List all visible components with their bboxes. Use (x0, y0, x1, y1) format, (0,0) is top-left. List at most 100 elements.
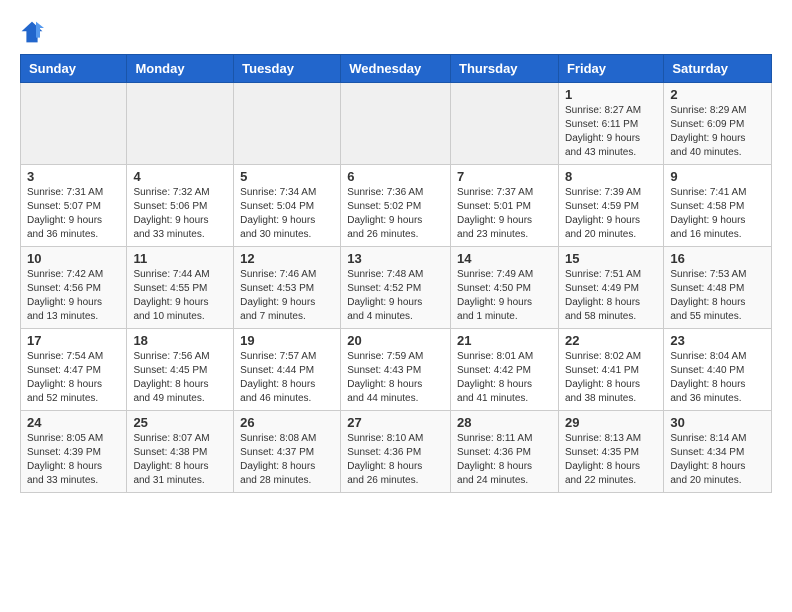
calendar-cell: 28 Sunrise: 8:11 AM Sunset: 4:36 PM Dayli… (451, 411, 559, 493)
weekday-header-saturday: Saturday (664, 55, 772, 83)
day-info: Sunrise: 7:44 AM Sunset: 4:55 PM Dayligh… (133, 268, 227, 324)
day-number: 22 (565, 333, 657, 348)
day-info: Sunrise: 7:36 AM Sunset: 5:02 PM Dayligh… (347, 186, 444, 242)
day-info: Sunrise: 7:49 AM Sunset: 4:50 PM Dayligh… (457, 268, 552, 324)
day-number: 4 (133, 169, 227, 184)
calendar-cell (451, 83, 559, 165)
calendar-cell: 21 Sunrise: 8:01 AM Sunset: 4:42 PM Dayli… (451, 329, 559, 411)
logo-icon (20, 20, 44, 44)
calendar-cell: 10 Sunrise: 7:42 AM Sunset: 4:56 PM Dayli… (21, 247, 127, 329)
calendar-cell: 4 Sunrise: 7:32 AM Sunset: 5:06 PM Daylig… (127, 165, 234, 247)
calendar-cell: 27Sunrise: 8:10 AM Sunset: 4:36 PM Dayli… (341, 411, 451, 493)
day-info: Sunrise: 8:13 AM Sunset: 4:35 PM Dayligh… (565, 432, 657, 488)
calendar-cell: 18 Sunrise: 7:56 AM Sunset: 4:45 PM Dayli… (127, 329, 234, 411)
day-number: 14 (457, 251, 552, 266)
calendar-cell (21, 83, 127, 165)
day-info: Sunrise: 7:39 AM Sunset: 4:59 PM Dayligh… (565, 186, 657, 242)
day-info: Sunrise: 7:53 AM Sunset: 4:48 PM Dayligh… (670, 268, 765, 324)
day-number: 24 (27, 415, 120, 430)
day-number: 26 (240, 415, 334, 430)
day-number: 1 (565, 87, 657, 102)
calendar-cell: 1 Sunrise: 8:27 AM Sunset: 6:11 PM Daylig… (558, 83, 663, 165)
day-info: Sunrise: 8:07 AM Sunset: 4:38 PM Dayligh… (133, 432, 227, 488)
day-info: Sunrise: 8:29 AM Sunset: 6:09 PM Dayligh… (670, 104, 765, 160)
calendar-cell: 14 Sunrise: 7:49 AM Sunset: 4:50 PM Dayli… (451, 247, 559, 329)
calendar-cell (234, 83, 341, 165)
day-number: 21 (457, 333, 552, 348)
calendar-cell: 25 Sunrise: 8:07 AM Sunset: 4:38 PM Dayli… (127, 411, 234, 493)
calendar-cell: 17 Sunrise: 7:54 AM Sunset: 4:47 PM Dayli… (21, 329, 127, 411)
calendar-cell: 5 Sunrise: 7:34 AM Sunset: 5:04 PM Daylig… (234, 165, 341, 247)
day-info: Sunrise: 7:42 AM Sunset: 4:56 PM Dayligh… (27, 268, 120, 324)
day-number: 20 (347, 333, 444, 348)
day-number: 13 (347, 251, 444, 266)
calendar-cell: 11 Sunrise: 7:44 AM Sunset: 4:55 PM Dayli… (127, 247, 234, 329)
day-number: 29 (565, 415, 657, 430)
calendar-cell: 2 Sunrise: 8:29 AM Sunset: 6:09 PM Daylig… (664, 83, 772, 165)
day-info: Sunrise: 7:32 AM Sunset: 5:06 PM Dayligh… (133, 186, 227, 242)
calendar-cell: 7Sunrise: 7:37 AM Sunset: 5:01 PM Daylig… (451, 165, 559, 247)
day-number: 10 (27, 251, 120, 266)
weekday-header-tuesday: Tuesday (234, 55, 341, 83)
day-number: 12 (240, 251, 334, 266)
day-info: Sunrise: 8:14 AM Sunset: 4:34 PM Dayligh… (670, 432, 765, 488)
calendar-cell: 16 Sunrise: 7:53 AM Sunset: 4:48 PM Dayli… (664, 247, 772, 329)
calendar-cell: 13 Sunrise: 7:48 AM Sunset: 4:52 PM Dayli… (341, 247, 451, 329)
day-number: 6 (347, 169, 444, 184)
calendar-cell: 15 Sunrise: 7:51 AM Sunset: 4:49 PM Dayli… (558, 247, 663, 329)
calendar-cell: 9 Sunrise: 7:41 AM Sunset: 4:58 PM Daylig… (664, 165, 772, 247)
calendar-cell: 8 Sunrise: 7:39 AM Sunset: 4:59 PM Daylig… (558, 165, 663, 247)
calendar-cell: 12 Sunrise: 7:46 AM Sunset: 4:53 PM Dayli… (234, 247, 341, 329)
calendar-cell: 19 Sunrise: 7:57 AM Sunset: 4:44 PM Dayli… (234, 329, 341, 411)
day-number: 7 (457, 169, 552, 184)
calendar: SundayMondayTuesdayWednesdayThursdayFrid… (20, 54, 772, 493)
day-number: 5 (240, 169, 334, 184)
day-number: 30 (670, 415, 765, 430)
calendar-cell (341, 83, 451, 165)
day-info: Sunrise: 8:01 AM Sunset: 4:42 PM Dayligh… (457, 350, 552, 406)
day-number: 2 (670, 87, 765, 102)
day-number: 28 (457, 415, 552, 430)
calendar-cell: 29 Sunrise: 8:13 AM Sunset: 4:35 PM Dayli… (558, 411, 663, 493)
calendar-cell: 24 Sunrise: 8:05 AM Sunset: 4:39 PM Dayli… (21, 411, 127, 493)
day-number: 11 (133, 251, 227, 266)
calendar-cell: 30 Sunrise: 8:14 AM Sunset: 4:34 PM Dayli… (664, 411, 772, 493)
weekday-header-friday: Friday (558, 55, 663, 83)
weekday-header-sunday: Sunday (21, 55, 127, 83)
day-number: 18 (133, 333, 227, 348)
day-info: Sunrise: 8:10 AM Sunset: 4:36 PM Dayligh… (347, 432, 444, 488)
day-info: Sunrise: 7:34 AM Sunset: 5:04 PM Dayligh… (240, 186, 334, 242)
day-number: 3 (27, 169, 120, 184)
calendar-cell: 6 Sunrise: 7:36 AM Sunset: 5:02 PM Daylig… (341, 165, 451, 247)
day-info: Sunrise: 8:27 AM Sunset: 6:11 PM Dayligh… (565, 104, 657, 160)
day-info: Sunrise: 7:56 AM Sunset: 4:45 PM Dayligh… (133, 350, 227, 406)
day-info: Sunrise: 8:05 AM Sunset: 4:39 PM Dayligh… (27, 432, 120, 488)
day-info: Sunrise: 7:46 AM Sunset: 4:53 PM Dayligh… (240, 268, 334, 324)
calendar-cell: 3 Sunrise: 7:31 AM Sunset: 5:07 PM Daylig… (21, 165, 127, 247)
calendar-cell: 22 Sunrise: 8:02 AM Sunset: 4:41 PM Dayli… (558, 329, 663, 411)
day-number: 17 (27, 333, 120, 348)
day-number: 25 (133, 415, 227, 430)
day-info: Sunrise: 8:11 AM Sunset: 4:36 PM Dayligh… (457, 432, 552, 488)
day-info: Sunrise: 7:54 AM Sunset: 4:47 PM Dayligh… (27, 350, 120, 406)
day-info: Sunrise: 7:57 AM Sunset: 4:44 PM Dayligh… (240, 350, 334, 406)
day-number: 19 (240, 333, 334, 348)
calendar-cell: 20 Sunrise: 7:59 AM Sunset: 4:43 PM Dayli… (341, 329, 451, 411)
day-info: Sunrise: 7:48 AM Sunset: 4:52 PM Dayligh… (347, 268, 444, 324)
weekday-header-monday: Monday (127, 55, 234, 83)
calendar-cell: 26Sunrise: 8:08 AM Sunset: 4:37 PM Dayli… (234, 411, 341, 493)
day-info: Sunrise: 8:04 AM Sunset: 4:40 PM Dayligh… (670, 350, 765, 406)
day-number: 15 (565, 251, 657, 266)
day-number: 16 (670, 251, 765, 266)
day-info: Sunrise: 7:41 AM Sunset: 4:58 PM Dayligh… (670, 186, 765, 242)
weekday-header-thursday: Thursday (451, 55, 559, 83)
calendar-cell (127, 83, 234, 165)
day-info: Sunrise: 7:31 AM Sunset: 5:07 PM Dayligh… (27, 186, 120, 242)
day-number: 9 (670, 169, 765, 184)
weekday-header-wednesday: Wednesday (341, 55, 451, 83)
day-info: Sunrise: 7:59 AM Sunset: 4:43 PM Dayligh… (347, 350, 444, 406)
day-info: Sunrise: 7:51 AM Sunset: 4:49 PM Dayligh… (565, 268, 657, 324)
header (20, 20, 772, 44)
day-info: Sunrise: 8:02 AM Sunset: 4:41 PM Dayligh… (565, 350, 657, 406)
day-number: 8 (565, 169, 657, 184)
